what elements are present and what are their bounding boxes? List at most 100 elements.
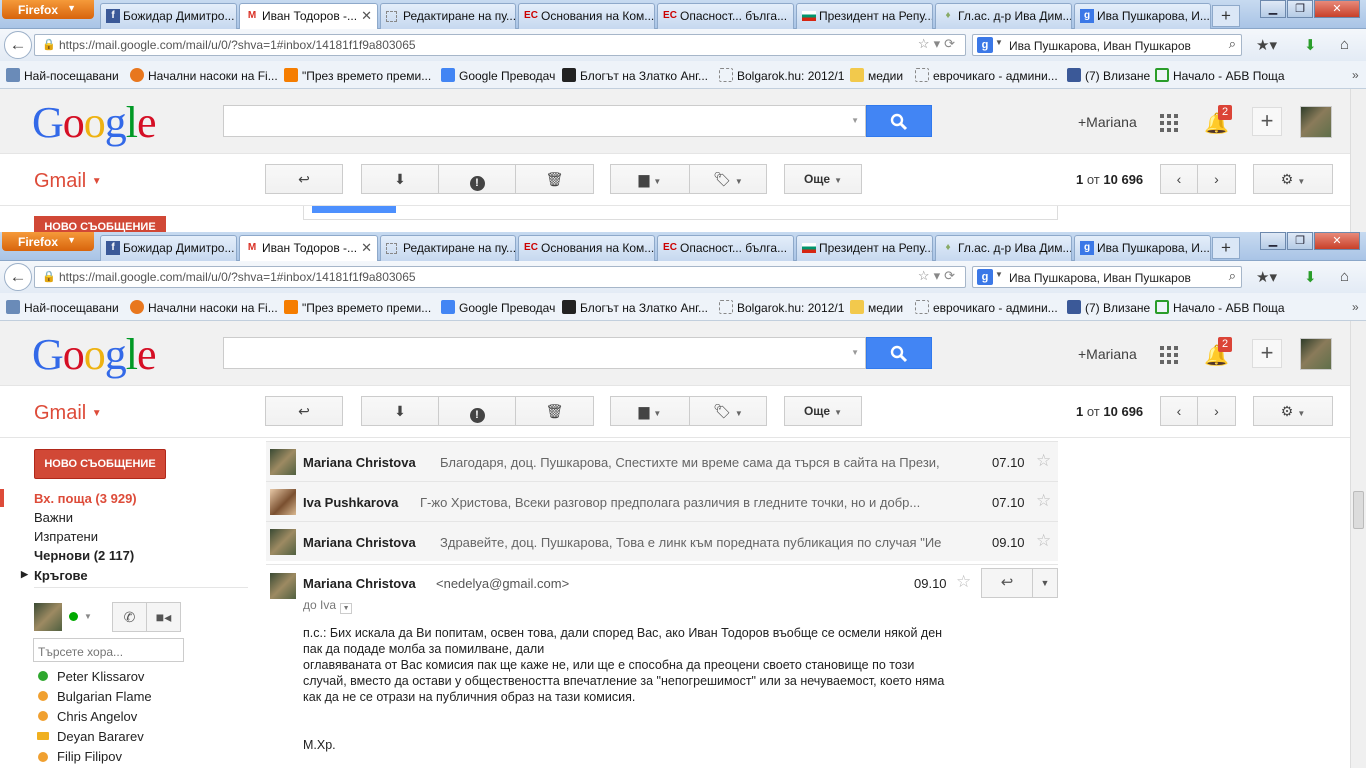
bookmark-evrochikago[interactable]: еврочикаго - админи... [915, 300, 1058, 315]
search-options-icon[interactable]: ▼ [851, 116, 859, 125]
tab-ec-2[interactable]: EC Опасност... бълга... [657, 235, 794, 261]
tab-google-search[interactable]: g Ива Пушкарова, И... [1074, 235, 1211, 261]
bookmark-translate[interactable]: Google Преводач [441, 68, 555, 83]
bookmark-media[interactable]: медии [850, 300, 903, 315]
tab-pushkarova[interactable]: ♦ Гл.ас. д-р Ива Дим... [935, 235, 1072, 261]
recipient-line[interactable]: до Iva ▼ [303, 598, 353, 614]
bookmark-star-icon[interactable]: ☆▾⟳ [918, 36, 959, 52]
contact-item[interactable]: Chris Angelov [57, 709, 137, 724]
google-search-engine-icon[interactable]: g [977, 269, 993, 285]
report-spam-button[interactable]: ! [438, 164, 516, 194]
voice-call-button[interactable]: ✆ [112, 602, 147, 632]
bookmarks-overflow-icon[interactable]: » [1352, 68, 1359, 82]
collapsed-message[interactable]: Mariana Christova Благодаря, доц. Пушкар… [266, 441, 1058, 481]
close-tab-icon[interactable]: ✕ [361, 240, 372, 256]
contact-item[interactable]: Deyan Bararev [57, 729, 144, 744]
gmail-switcher[interactable]: Gmail ▼ [34, 402, 102, 425]
account-avatar[interactable] [1300, 106, 1332, 138]
tab-president[interactable]: Президент на Репу... [796, 3, 933, 29]
move-to-button[interactable]: ▆ ▼ [610, 164, 690, 194]
scrollbar-bottom[interactable] [1350, 321, 1366, 768]
back-button[interactable]: ← [4, 263, 32, 291]
bookmark-most-visited[interactable]: Най-посещавани [6, 68, 119, 83]
firefox-menu-button[interactable]: Firefox ▼ [2, 0, 94, 19]
archive-button[interactable]: ⬇ [361, 164, 439, 194]
nav-circles[interactable]: ▶ Кръгове [21, 568, 88, 583]
home-icon[interactable]: ⌂ [1340, 268, 1349, 285]
bookmark-blog[interactable]: Блогът на Златко Анг... [562, 68, 708, 83]
new-tab-button[interactable]: + [1212, 5, 1240, 27]
gmail-switcher[interactable]: Gmail ▼ [34, 170, 102, 193]
mail-search-input[interactable]: ▼ [223, 105, 866, 137]
bookmark-most-visited[interactable]: Най-посещавани [6, 300, 119, 315]
contact-item[interactable]: Bulgarian Flame [57, 689, 152, 704]
browser-search-input[interactable]: g ▼ Ива Пушкарова, Иван Пушкаров ⌕ [972, 34, 1242, 56]
nav-important[interactable]: Важни [34, 510, 73, 525]
chevron-down-icon[interactable]: ▼ [84, 612, 92, 621]
bookmarks-menu-icon[interactable]: ★▾ [1256, 36, 1277, 54]
chevron-down-icon[interactable]: ▼ [340, 603, 353, 614]
contact-item[interactable]: Filip Filipov [57, 749, 122, 764]
bookmarks-overflow-icon[interactable]: » [1352, 300, 1359, 314]
mail-search-input[interactable]: ▼ [223, 337, 866, 369]
tab-google-search[interactable]: g Ива Пушкарова, И... [1074, 3, 1211, 29]
chat-status-icon[interactable] [69, 612, 78, 621]
new-tab-button[interactable]: + [1212, 237, 1240, 259]
move-to-button[interactable]: ▆ ▼ [610, 396, 690, 426]
tab-edit[interactable]: Редактиране на пу... [380, 235, 516, 261]
new-message-button-partial[interactable]: НОВО СЪОБЩЕНИЕ [34, 216, 166, 232]
bookmark-media[interactable]: медии [850, 68, 903, 83]
labels-button[interactable]: 🏷 ▼ [689, 164, 767, 194]
archive-button[interactable]: ⬇ [361, 396, 439, 426]
google-logo[interactable]: Google [32, 329, 157, 380]
download-icon[interactable]: ⬇ [1304, 268, 1317, 286]
nav-inbox[interactable]: Вх. поща (3 929) [34, 491, 137, 506]
close-window-button[interactable]: ✕ [1314, 232, 1360, 250]
sender-name[interactable]: Mariana Christova [303, 576, 416, 591]
newer-button[interactable]: ‹ [1160, 164, 1198, 194]
more-button[interactable]: Още ▼ [784, 396, 862, 426]
bookmarks-menu-icon[interactable]: ★▾ [1256, 268, 1277, 286]
home-icon[interactable]: ⌂ [1340, 36, 1349, 53]
tab-pushkarova[interactable]: ♦ Гл.ас. д-р Ива Дим... [935, 3, 1072, 29]
mail-search-button[interactable] [866, 337, 932, 369]
close-tab-icon[interactable]: ✕ [361, 8, 372, 24]
reply-button[interactable]: ↩ [981, 568, 1033, 598]
bookmark-blogger[interactable]: "През времето преми... [284, 300, 431, 315]
tab-edit[interactable]: Редактиране на пу... [380, 3, 516, 29]
star-icon[interactable]: ☆ [956, 572, 971, 592]
browser-search-input[interactable]: g ▼ Ива Пушкарова, Иван Пушкаров ⌕ [972, 266, 1242, 288]
delete-button[interactable]: 🗑 [515, 164, 594, 194]
back-button[interactable]: ← [4, 31, 32, 59]
firefox-menu-button[interactable]: Firefox ▼ [2, 232, 94, 251]
maximize-button[interactable]: ❐ [1287, 232, 1313, 250]
bookmark-firefox[interactable]: Начални насоки на Fi... [130, 300, 278, 315]
chat-self-avatar[interactable] [34, 603, 62, 631]
google-plus-name[interactable]: +Mariana [1078, 114, 1137, 130]
tab-gmail[interactable]: M Иван Тодоров -... ✕ [239, 235, 378, 262]
google-logo[interactable]: Google [32, 97, 157, 148]
tab-facebook[interactable]: f Божидар Димитро... [100, 235, 237, 261]
reply-options-button[interactable]: ▼ [1032, 568, 1058, 598]
bookmark-evrochikago[interactable]: еврочикаго - админи... [915, 68, 1058, 83]
scrollbar-top[interactable] [1350, 89, 1366, 232]
scrollbar-thumb[interactable] [1353, 491, 1364, 529]
tab-ec-2[interactable]: EC Опасност... бълга... [657, 3, 794, 29]
contact-item[interactable]: Peter Klissarov [57, 669, 144, 684]
report-spam-button[interactable]: ! [438, 396, 516, 426]
apps-grid-icon[interactable] [1160, 346, 1178, 364]
bookmark-facebook[interactable]: (7) Влизане [1067, 300, 1150, 315]
newer-button[interactable]: ‹ [1160, 396, 1198, 426]
share-plus-button[interactable]: + [1252, 107, 1282, 136]
tab-president[interactable]: Президент на Репу... [796, 235, 933, 261]
back-to-inbox-button[interactable]: ↩ [265, 164, 343, 194]
star-icon[interactable]: ☆ [1036, 451, 1051, 471]
settings-button[interactable]: ⚙ ▼ [1253, 396, 1333, 426]
bookmark-bolgarok[interactable]: Bolgarok.hu: 2012/1 [719, 300, 844, 315]
bookmark-abv[interactable]: Начало - АБВ Поща [1155, 300, 1285, 315]
back-to-inbox-button[interactable]: ↩ [265, 396, 343, 426]
mail-search-button[interactable] [866, 105, 932, 137]
settings-button[interactable]: ⚙ ▼ [1253, 164, 1333, 194]
search-options-icon[interactable]: ▼ [851, 348, 859, 357]
account-avatar[interactable] [1300, 338, 1332, 370]
